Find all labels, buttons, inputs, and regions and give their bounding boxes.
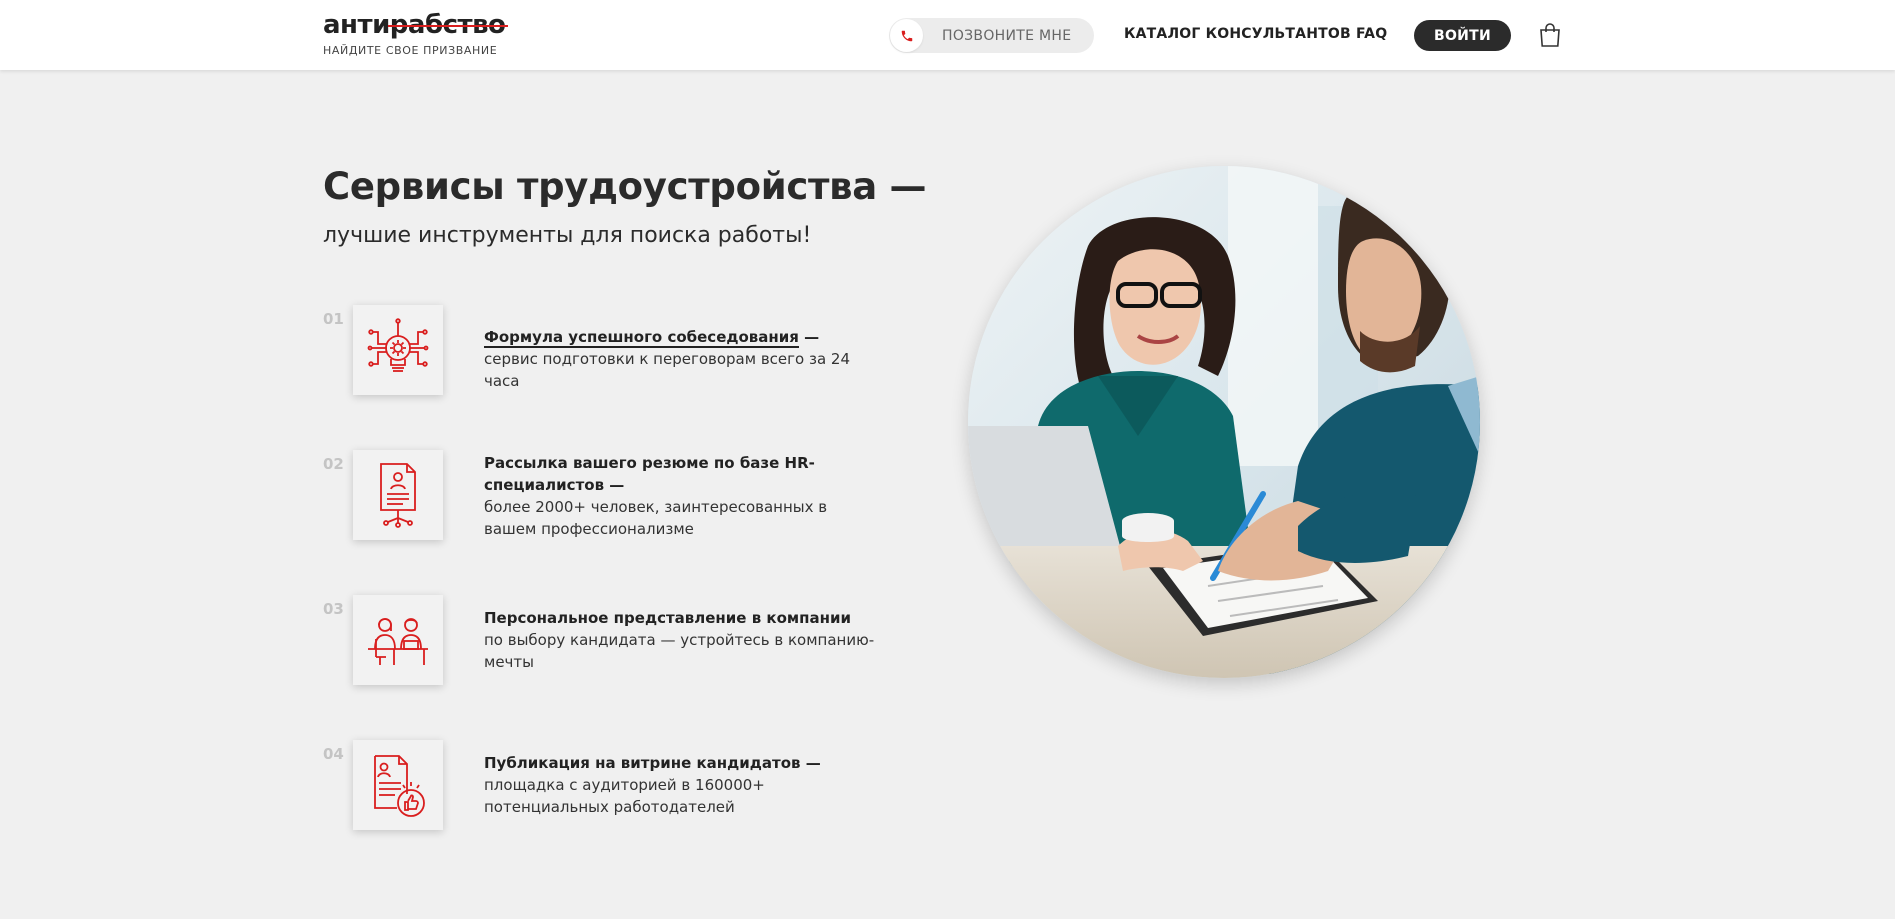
service-link[interactable]: Формула успешного собеседования (484, 328, 799, 348)
logo-wordmark: антирабство (323, 10, 506, 40)
service-number: 01 (323, 310, 344, 328)
service-title: Персональное представление в компании (484, 609, 852, 627)
logo-tagline: НАЙДИТЕ СВОЕ ПРИЗВАНИЕ (323, 44, 498, 57)
resume-approved-icon (353, 740, 443, 830)
site-header: антирабство НАЙДИТЕ СВОЕ ПРИЗВАНИЕ ПОЗВО… (0, 0, 1895, 70)
shopping-bag-icon[interactable] (1539, 22, 1561, 52)
interview-people-icon (353, 595, 443, 685)
resume-document-icon (353, 450, 443, 540)
phone-icon (890, 19, 923, 52)
call-me-button[interactable]: ПОЗВОНИТЕ МНЕ (889, 18, 1094, 53)
page-title: Сервисы трудоустройства — (323, 165, 927, 208)
call-me-label: ПОЗВОНИТЕ МНЕ (942, 27, 1072, 44)
service-number: 02 (323, 455, 344, 473)
service-text: Рассылка вашего резюме по базе HR-специа… (484, 454, 828, 538)
nav-consultants-catalog[interactable]: КАТАЛОГ КОНСУЛЬТАНТОВ (1124, 26, 1351, 42)
lightbulb-gear-icon (353, 305, 443, 395)
nav-faq[interactable]: FAQ (1356, 26, 1387, 42)
login-button[interactable]: ВОЙТИ (1414, 20, 1511, 51)
service-text: Формула успешного собеседования — сервис… (484, 328, 850, 390)
logo[interactable]: антирабство НАЙДИТЕ СВОЕ ПРИЗВАНИЕ (323, 10, 506, 57)
page-subtitle: лучшие инструменты для поиска работы! (323, 223, 812, 248)
service-text: Публикация на витрине кандидатов — площа… (484, 754, 821, 816)
office-meeting-photo (968, 166, 1480, 678)
service-text: Персональное представление в компании по… (484, 609, 875, 671)
service-title: Рассылка вашего резюме по базе HR-специа… (484, 454, 815, 494)
service-number: 04 (323, 745, 344, 763)
service-number: 03 (323, 600, 344, 618)
service-title: Публикация на витрине кандидатов — (484, 754, 821, 772)
